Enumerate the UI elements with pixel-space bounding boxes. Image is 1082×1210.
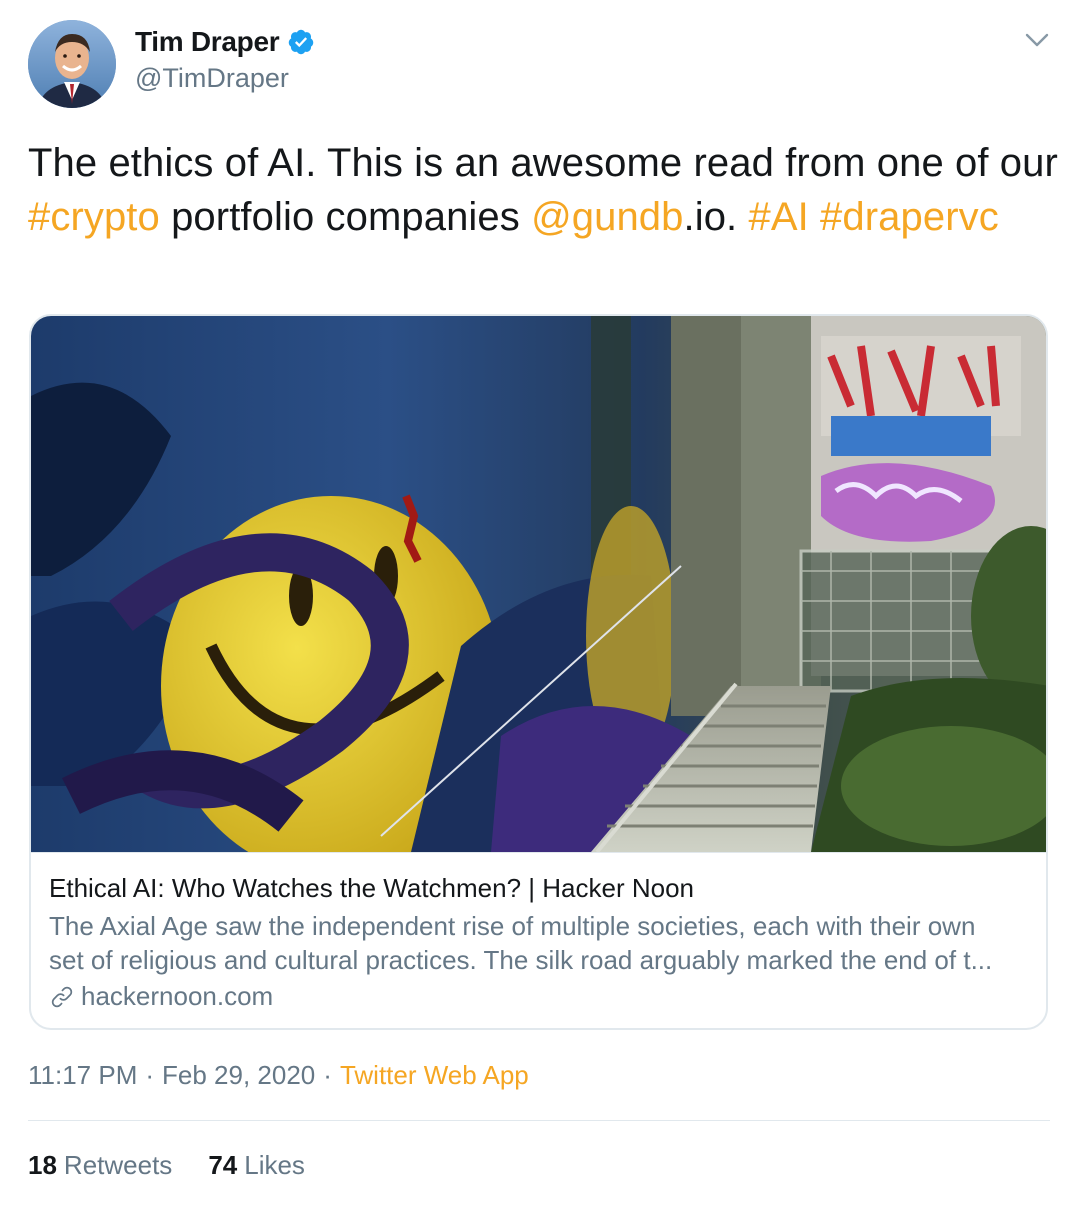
tweet-text-segment (809, 195, 820, 239)
likes-count: 74 (208, 1150, 238, 1180)
chevron-down-icon[interactable] (1022, 28, 1052, 52)
tweet-time[interactable]: 11:17 PM (28, 1060, 137, 1091)
card-body[interactable]: Ethical AI: Who Watches the Watchmen? | … (31, 852, 1046, 1028)
tweet-text: The ethics of AI. This is an awesome rea… (28, 136, 1058, 244)
likes-label: Likes (244, 1150, 305, 1180)
tweet-meta: 11:17 PM · Feb 29, 2020 · Twitter Web Ap… (28, 1060, 529, 1091)
tweet: Tim Draper @TimDraper The ethics of AI. … (0, 0, 1082, 1210)
card-description: The Axial Age saw the independent rise o… (49, 911, 993, 975)
author-name-row[interactable]: Tim Draper (135, 26, 315, 58)
tweet-stats: 18 Retweets 74 Likes (28, 1150, 305, 1181)
tweet-source[interactable]: Twitter Web App (340, 1060, 529, 1091)
hashtag-drapervc[interactable]: #drapervc (820, 195, 999, 239)
author-name[interactable]: Tim Draper (135, 26, 280, 58)
hashtag-ai[interactable]: #AI (748, 195, 808, 239)
author-handle[interactable]: @TimDraper (135, 63, 289, 94)
verified-badge-icon (289, 29, 314, 55)
meta-separator: · (145, 1060, 155, 1090)
retweets-count: 18 (28, 1150, 57, 1180)
tweet-text-segment: The ethics of AI. This is an awesome rea… (28, 141, 1058, 185)
tweet-text-segment: portfolio companies (159, 195, 532, 239)
divider (28, 1120, 1050, 1121)
tweet-text-segment: .io. (683, 195, 749, 239)
card-domain-text[interactable]: hackernoon.com (81, 981, 273, 1012)
mention-gundb[interactable]: @gundb (531, 195, 683, 239)
card-title[interactable]: Ethical AI: Who Watches the Watchmen? | … (49, 873, 694, 904)
link-icon (51, 986, 73, 1007)
avatar[interactable] (28, 20, 116, 108)
tweet-date[interactable]: Feb 29, 2020 (162, 1060, 315, 1091)
likes-stat[interactable]: 74 Likes (208, 1150, 305, 1181)
card-domain[interactable]: hackernoon.com (49, 981, 273, 1012)
link-preview-card[interactable]: Ethical AI: Who Watches the Watchmen? | … (29, 314, 1048, 1030)
meta-separator: · (323, 1060, 332, 1090)
retweets-label: Retweets (63, 1150, 173, 1180)
card-image[interactable] (31, 316, 1048, 852)
hashtag-crypto[interactable]: #crypto (28, 195, 160, 239)
retweets-stat[interactable]: 18 Retweets (28, 1150, 172, 1181)
